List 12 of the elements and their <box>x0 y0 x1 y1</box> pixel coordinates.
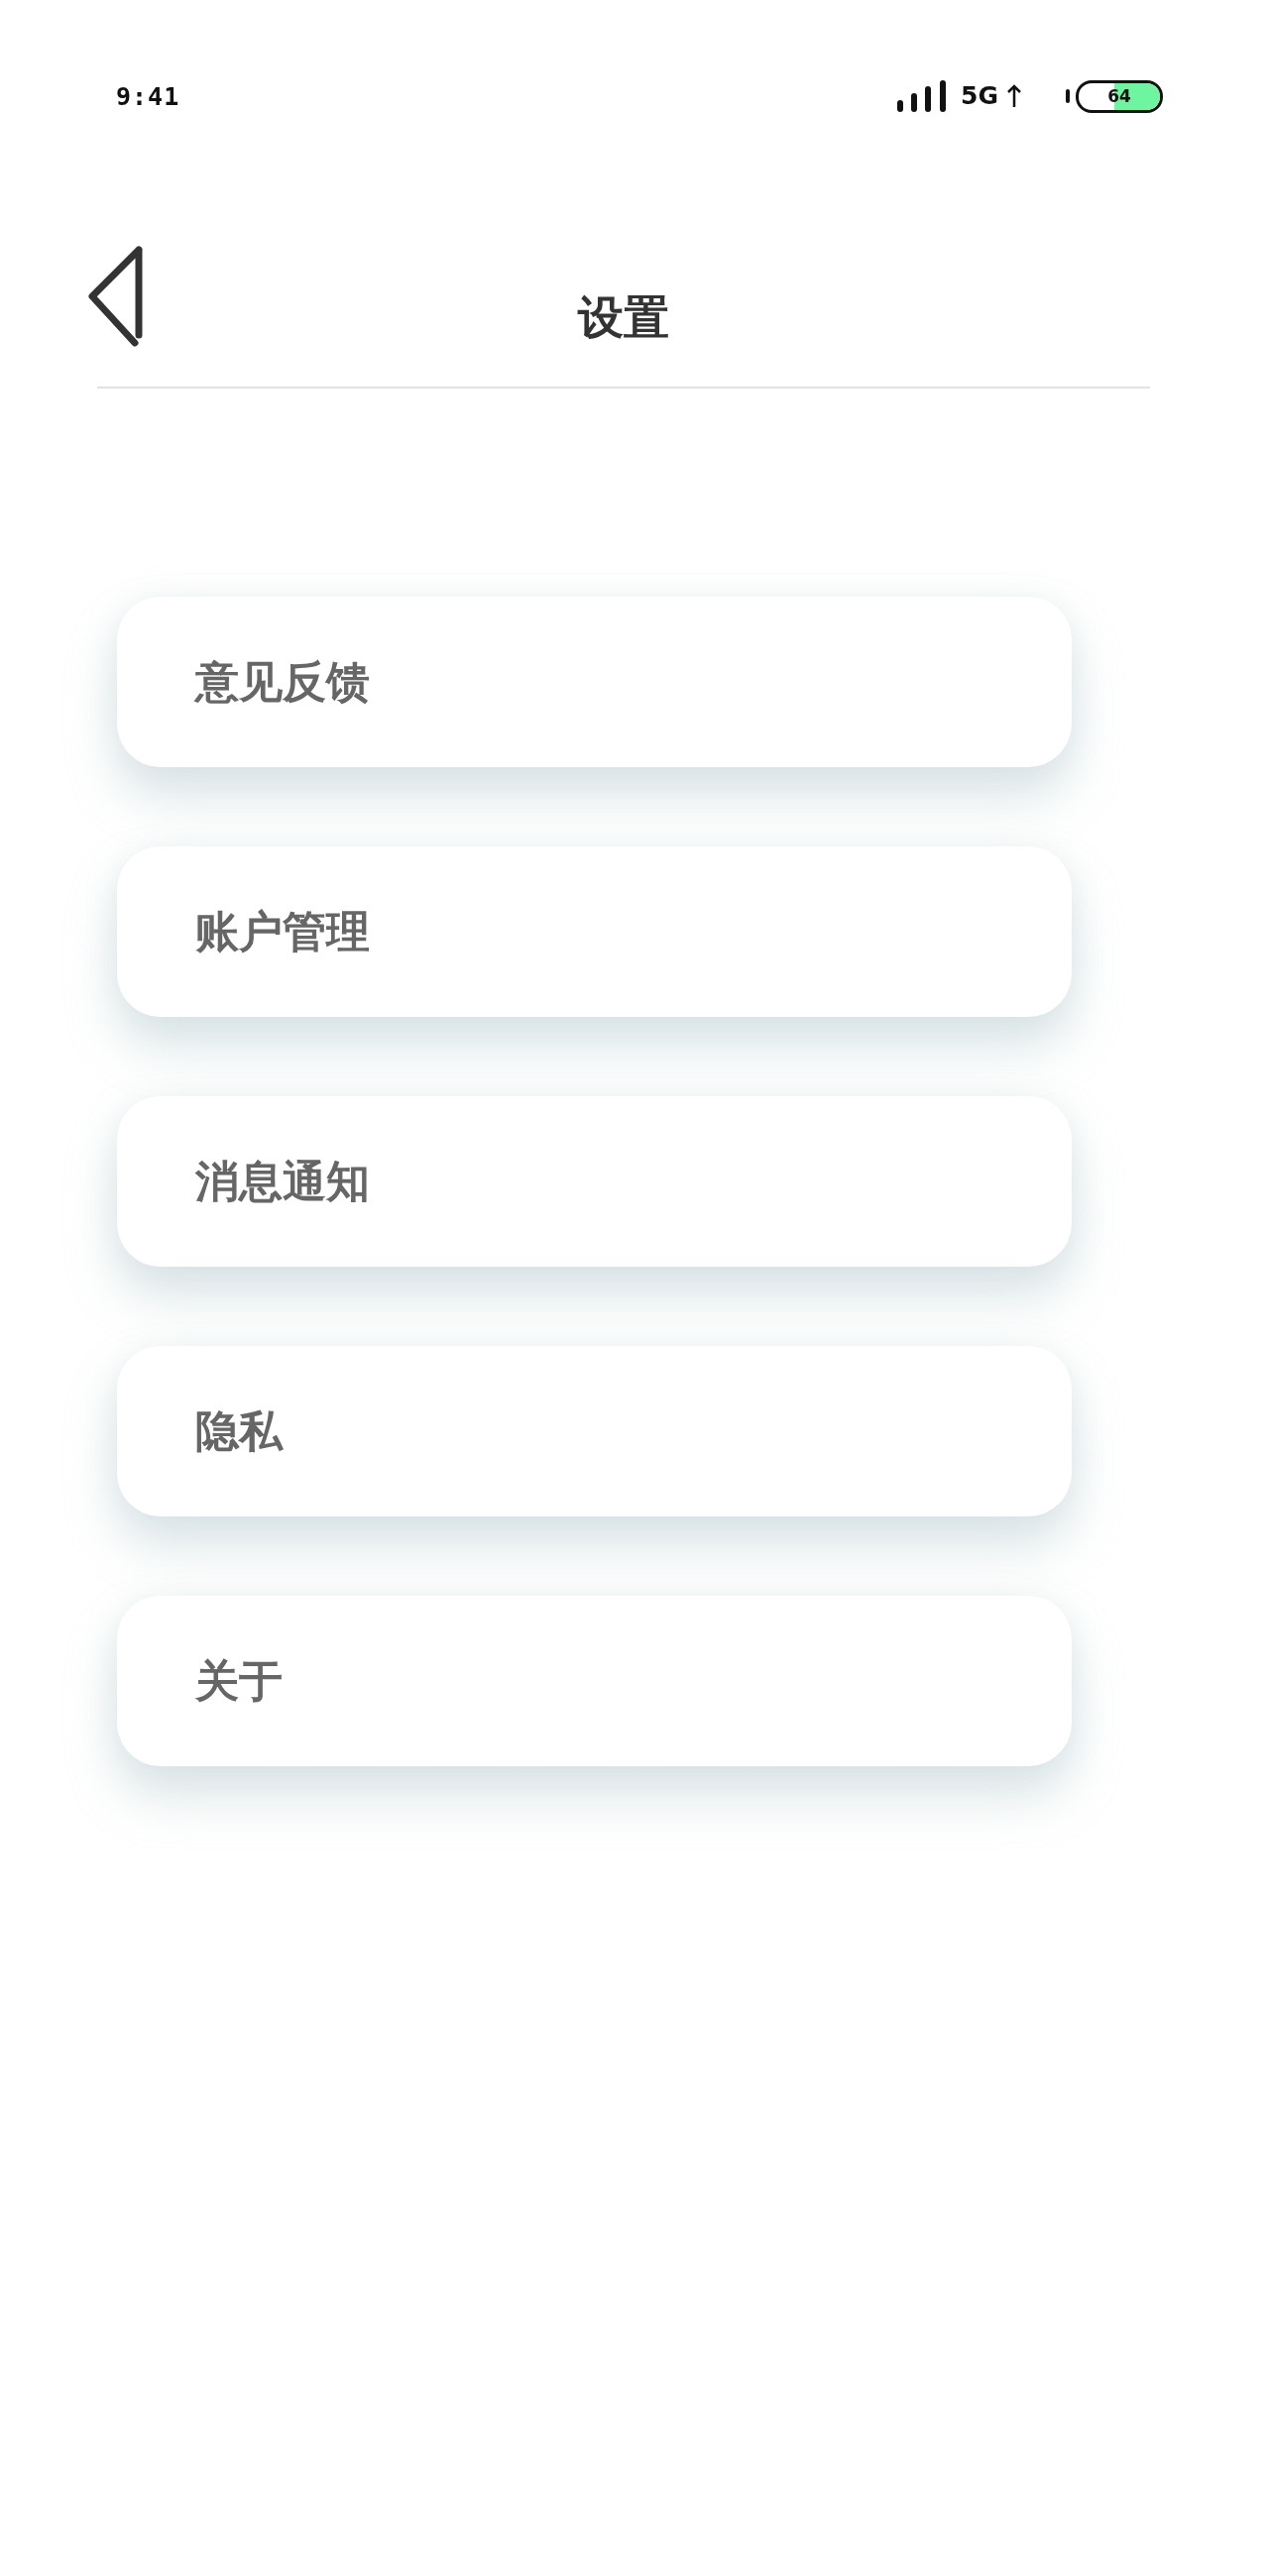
settings-menu-item[interactable]: 意见反馈 <box>117 597 1072 767</box>
settings-menu-item[interactable]: 隐私 <box>117 1346 1072 1516</box>
settings-menu-item[interactable]: 账户管理 <box>117 846 1072 1017</box>
page-title: 设置 <box>578 289 669 346</box>
back-chevron-icon <box>87 246 145 347</box>
back-button[interactable] <box>87 246 145 347</box>
settings-menu-item[interactable]: 关于 <box>117 1596 1072 1766</box>
signal-icon <box>897 80 947 112</box>
network-type: 5G <box>961 81 998 111</box>
status-time: 9:41 <box>116 81 180 111</box>
upload-arrow-icon <box>1007 84 1021 108</box>
settings-menu-item[interactable]: 消息通知 <box>117 1096 1072 1267</box>
